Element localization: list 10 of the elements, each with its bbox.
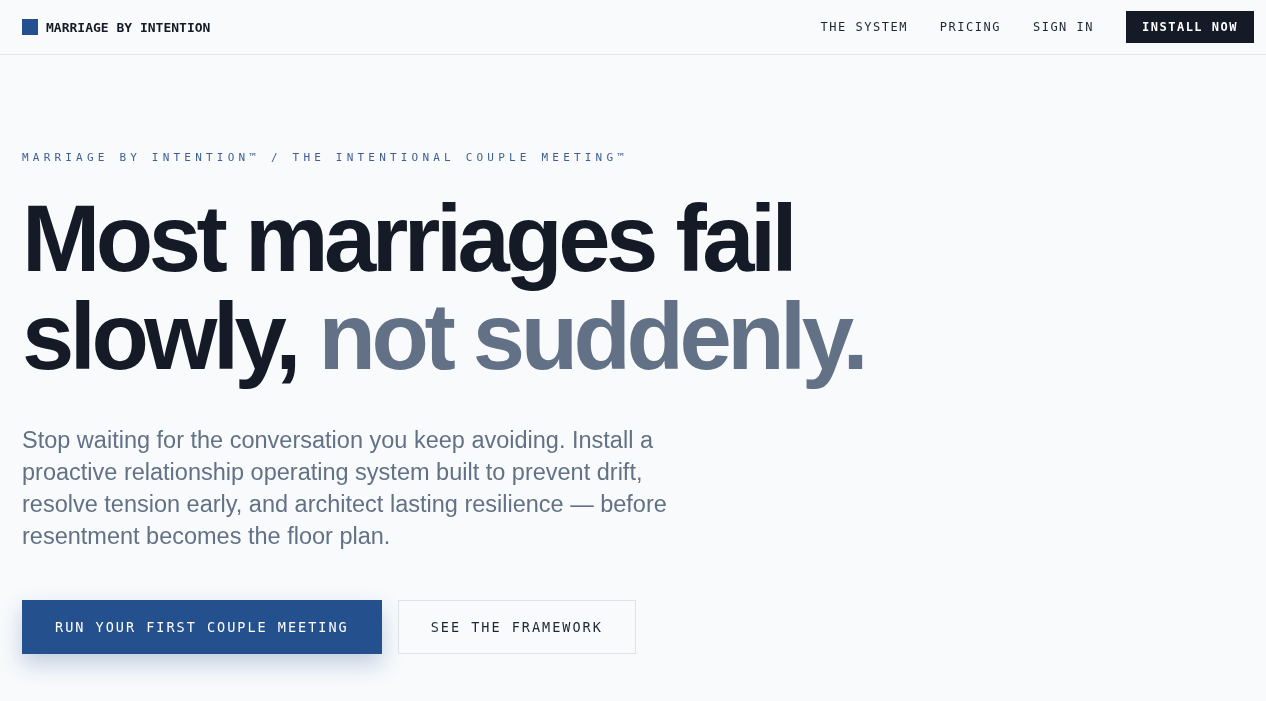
nav-link[interactable]: PRICING <box>939 20 1001 34</box>
nav-link[interactable]: SIGN IN <box>1032 20 1094 34</box>
framework-button[interactable]: SEE THE FRAMEWORK <box>397 600 636 654</box>
nav-link[interactable]: THE SYSTEM <box>820 20 908 34</box>
install-now-button[interactable]: INSTALL NOW <box>1126 11 1254 43</box>
brand-name[interactable]: MARRIAGE BY INTENTION <box>46 19 211 35</box>
intro-paragraph: Stop waiting for the conversation you keep avoiding. Install a proactive relationship operating system built to prevent drift, resolve tension early, and architect lasting resilience — before resentment becomes the floor plan. <box>22 426 668 551</box>
run-meeting-button[interactable]: RUN YOUR FIRST COUPLE MEETING <box>22 600 382 654</box>
logo-icon <box>22 19 38 35</box>
eyebrow-text: MARRIAGE BY INTENTION™ / THE INTENTIONAL COUPLE MEETING™ <box>22 151 630 164</box>
